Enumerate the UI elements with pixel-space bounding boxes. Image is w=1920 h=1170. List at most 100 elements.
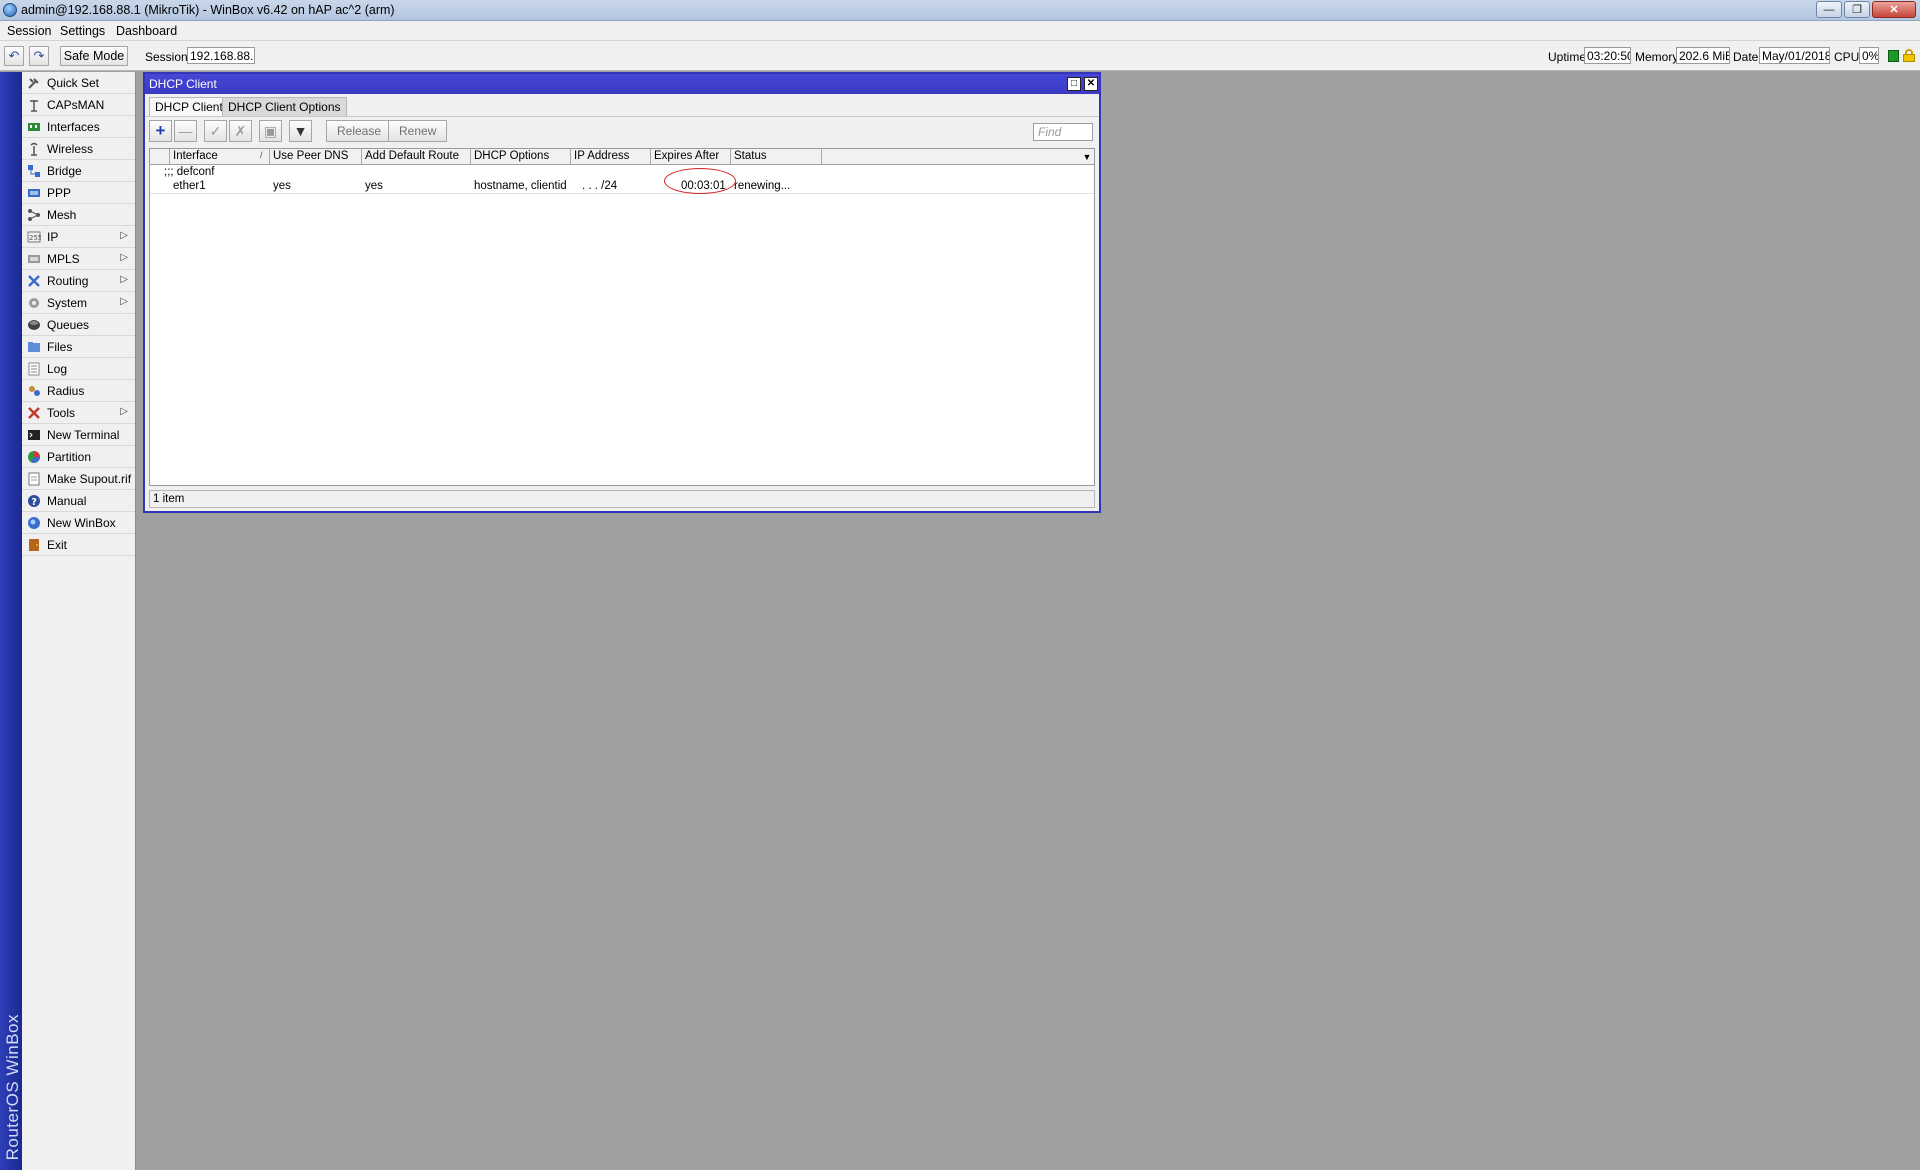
sidebar-item-log[interactable]: Log	[22, 358, 135, 380]
tab-dhcp-client-options[interactable]: DHCP Client Options	[222, 97, 347, 116]
comment-button[interactable]: ▣	[259, 120, 282, 142]
cell-dhcp-options: hostname, clientid	[474, 180, 567, 192]
renew-button[interactable]: Renew	[388, 120, 448, 142]
sidebar-item-quick-set[interactable]: Quick Set	[22, 72, 135, 94]
uptime-value: 03:20:50	[1584, 47, 1631, 64]
date-label: Date:	[1733, 50, 1762, 64]
submenu-arrow-icon: ▷	[120, 406, 128, 417]
sidebar-item-bridge[interactable]: Bridge	[22, 160, 135, 182]
column-header-interface[interactable]: Interface	[170, 149, 270, 164]
app-title-bar: admin@192.168.88.1 (MikroTik) - WinBox v…	[0, 0, 1920, 21]
wireless-icon	[26, 142, 41, 156]
sidebar-item-label: Quick Set	[47, 75, 100, 90]
sidebar-item-routing[interactable]: Routing ▷	[22, 270, 135, 292]
column-header-add-default-route[interactable]: Add Default Route	[362, 149, 471, 164]
exit-door-icon	[26, 538, 41, 552]
menu-dashboard[interactable]: Dashboard	[116, 24, 177, 38]
app-title: admin@192.168.88.1 (MikroTik) - WinBox v…	[21, 3, 395, 17]
session-label: Session:	[145, 50, 192, 64]
submenu-arrow-icon: ▷	[120, 296, 128, 307]
sidebar-item-mesh[interactable]: Mesh	[22, 204, 135, 226]
sidebar-item-queues[interactable]: Queues	[22, 314, 135, 336]
find-input[interactable]: Find	[1033, 123, 1093, 141]
ip-icon: 255	[26, 230, 41, 244]
submenu-arrow-icon: ▷	[120, 274, 128, 285]
filter-icon: ▼	[293, 123, 308, 139]
close-button[interactable]: ✕	[1872, 1, 1916, 18]
column-header-expires-after[interactable]: Expires After	[651, 149, 731, 164]
menu-settings[interactable]: Settings	[60, 24, 105, 38]
sidebar-item-wireless[interactable]: Wireless	[22, 138, 135, 160]
sidebar-item-interfaces[interactable]: Interfaces	[22, 116, 135, 138]
gear-icon	[26, 296, 41, 310]
winbox-app-icon	[3, 3, 17, 17]
column-header-flags[interactable]	[150, 149, 170, 164]
safe-mode-button[interactable]: Safe Mode	[60, 46, 128, 66]
undo-icon: ↶	[8, 48, 20, 63]
disable-button[interactable]: ✗	[229, 120, 252, 142]
table-row[interactable]: ether1 yes yes hostname, clientid . . . …	[150, 168, 1094, 194]
sidebar-item-files[interactable]: Files	[22, 336, 135, 358]
cell-add-default-route: yes	[365, 180, 383, 192]
check-icon: ✓	[209, 122, 222, 139]
sidebar-item-label: Radius	[47, 383, 85, 398]
side-menu: Quick Set CAPsMAN Interfaces Wireless Br…	[22, 72, 136, 1170]
memory-value: 202.6 MiB	[1676, 47, 1730, 64]
sidebar-item-label: Files	[47, 339, 73, 354]
filter-button[interactable]: ▼	[289, 120, 312, 142]
tab-dhcp-client[interactable]: DHCP Client	[149, 97, 229, 116]
sidebar-item-ppp[interactable]: PPP	[22, 182, 135, 204]
lock-icon	[1903, 49, 1915, 62]
sidebar-item-radius[interactable]: Radius	[22, 380, 135, 402]
column-header-ip-address[interactable]: IP Address	[571, 149, 651, 164]
sidebar-item-capsman[interactable]: CAPsMAN	[22, 94, 135, 116]
column-header-use-peer-dns[interactable]: Use Peer DNS	[270, 149, 362, 164]
minimize-button[interactable]: —	[1816, 1, 1842, 18]
menu-session[interactable]: Session	[7, 24, 51, 38]
dhcp-client-table: Interface Use Peer DNS Add Default Route…	[149, 148, 1095, 486]
brand-text: RouterOS WinBox	[3, 1013, 22, 1160]
sidebar-item-label: Queues	[47, 317, 90, 332]
redo-button[interactable]: ↷	[29, 46, 49, 66]
sidebar-item-label: Exit	[47, 537, 68, 552]
winbox-icon	[26, 516, 41, 530]
sidebar-item-label: IP	[47, 229, 59, 244]
dhcp-toolbar: + — ✓ ✗ ▣ ▼ Release Renew Find	[145, 116, 1099, 144]
window-close-icon[interactable]: ✕	[1084, 77, 1098, 91]
column-dropdown-icon[interactable]: ▼	[1080, 149, 1094, 164]
sidebar-item-manual[interactable]: ? Manual	[22, 490, 135, 512]
sort-icon: /	[260, 150, 263, 160]
help-icon: ?	[26, 494, 41, 508]
sidebar-item-exit[interactable]: Exit	[22, 534, 135, 556]
add-button[interactable]: +	[149, 120, 172, 142]
sidebar-item-system[interactable]: System ▷	[22, 292, 135, 314]
sidebar-item-mpls[interactable]: MPLS ▷	[22, 248, 135, 270]
mpls-icon	[26, 252, 41, 266]
dhcp-window-title-bar[interactable]: DHCP Client □ ✕	[145, 74, 1099, 94]
sidebar-item-label: System	[47, 295, 88, 310]
column-header-status[interactable]: Status	[731, 149, 822, 164]
enable-button[interactable]: ✓	[204, 120, 227, 142]
sidebar-item-label: New WinBox	[47, 515, 116, 530]
sidebar-item-make-supout[interactable]: Make Supout.rif	[22, 468, 135, 490]
release-button[interactable]: Release	[326, 120, 393, 142]
mesh-icon	[26, 208, 41, 222]
column-header-dhcp-options[interactable]: DHCP Options	[471, 149, 571, 164]
sidebar-item-partition[interactable]: Partition	[22, 446, 135, 468]
sidebar-item-label: Bridge	[47, 163, 82, 178]
sidebar-item-new-terminal[interactable]: New Terminal	[22, 424, 135, 446]
submenu-arrow-icon: ▷	[120, 252, 128, 263]
comment-row: ;;; defconf	[150, 165, 1094, 179]
sidebar-item-ip[interactable]: 255 IP ▷	[22, 226, 135, 248]
maximize-button[interactable]: ❐	[1844, 1, 1870, 18]
remove-button[interactable]: —	[174, 120, 197, 142]
undo-button[interactable]: ↶	[4, 46, 24, 66]
sidebar-item-label: Tools	[47, 405, 76, 420]
window-maximize-icon[interactable]: □	[1067, 77, 1081, 91]
sidebar-item-label: New Terminal	[47, 427, 120, 442]
cell-status: renewing...	[734, 180, 791, 192]
sidebar-item-new-winbox[interactable]: New WinBox	[22, 512, 135, 534]
partition-icon	[26, 450, 41, 464]
sidebar-item-tools[interactable]: Tools ▷	[22, 402, 135, 424]
status-bar: 1 item	[149, 490, 1095, 508]
